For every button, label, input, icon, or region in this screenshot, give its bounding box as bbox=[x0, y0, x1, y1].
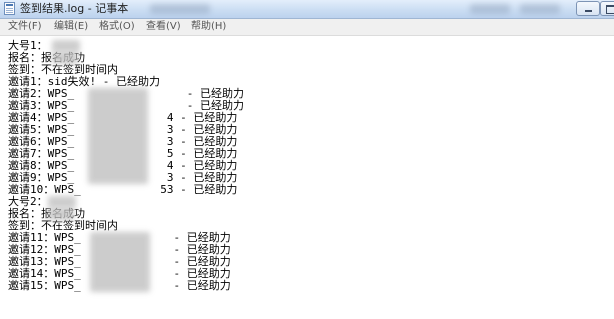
redacted-block bbox=[90, 232, 150, 292]
maximize-icon bbox=[601, 2, 614, 15]
redacted-block bbox=[52, 52, 78, 64]
blurred-title-area bbox=[470, 4, 510, 14]
text-editor[interactable]: 大号1： 报名：报名成功 签到：不在签到时间内 邀请1：sid失效! - 已经助… bbox=[0, 36, 614, 319]
minimize-button[interactable] bbox=[576, 1, 600, 16]
blurred-title-area bbox=[150, 4, 210, 14]
blurred-title-area bbox=[520, 4, 560, 14]
menu-help[interactable]: 帮助(H) bbox=[191, 20, 226, 34]
redacted-block bbox=[48, 208, 74, 220]
redacted-block bbox=[88, 88, 148, 184]
menu-format[interactable]: 格式(O) bbox=[99, 20, 135, 34]
minimize-icon bbox=[577, 2, 599, 15]
menu-edit[interactable]: 编辑(E) bbox=[54, 20, 88, 34]
redacted-block bbox=[52, 40, 80, 52]
menu-file[interactable]: 文件(F) bbox=[8, 20, 42, 34]
notepad-icon bbox=[4, 2, 15, 15]
menu-view[interactable]: 查看(V) bbox=[146, 20, 181, 34]
title-bar[interactable]: 签到结果.log - 记事本 bbox=[0, 0, 614, 19]
redacted-block bbox=[48, 196, 76, 208]
maximize-button[interactable] bbox=[600, 1, 614, 16]
menu-bar: 文件(F) 编辑(E) 格式(O) 查看(V) 帮助(H) bbox=[0, 19, 614, 36]
window-title: 签到结果.log - 记事本 bbox=[20, 2, 129, 15]
